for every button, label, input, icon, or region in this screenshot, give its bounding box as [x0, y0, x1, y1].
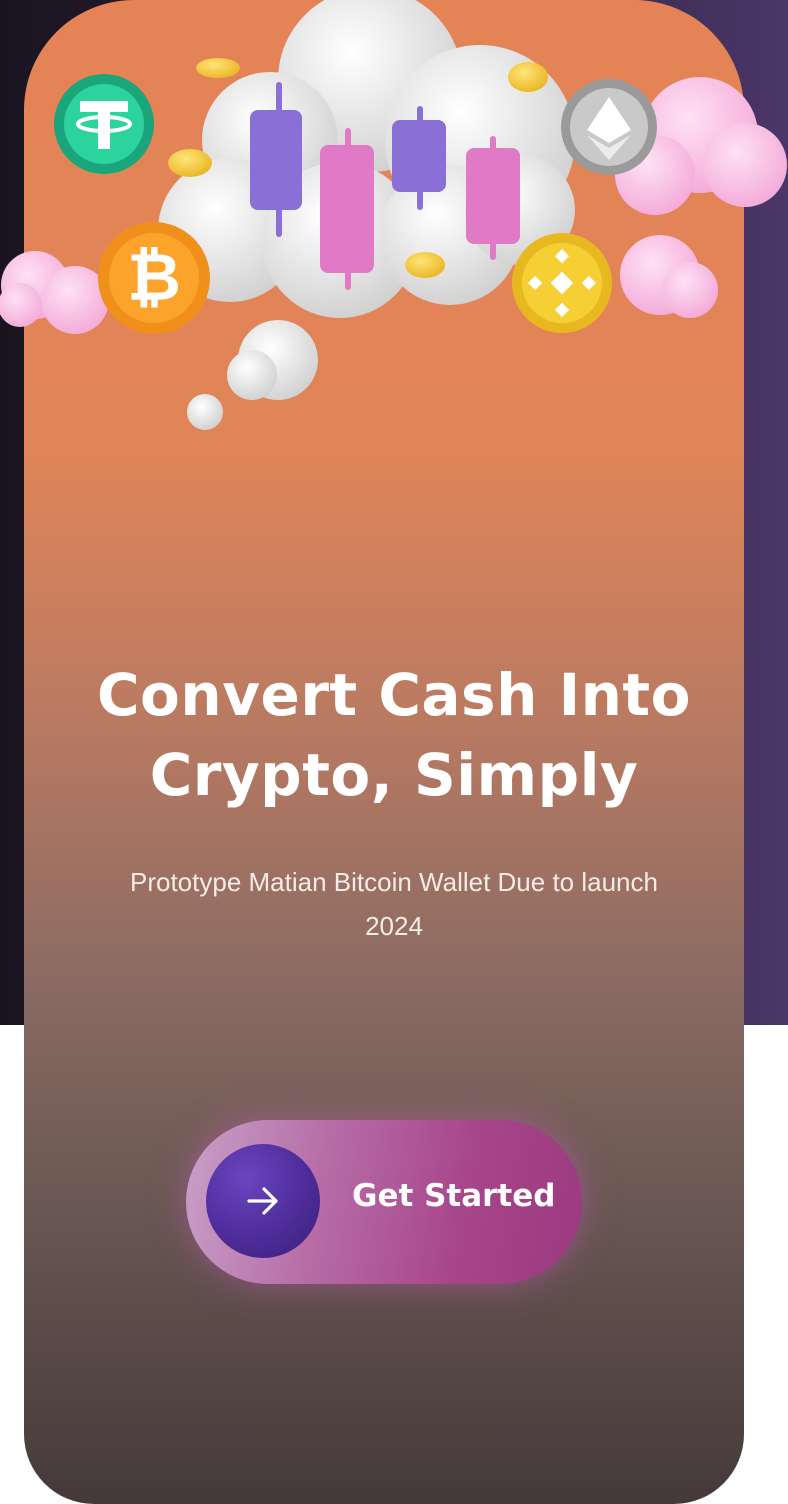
crypto-illustration: ₿	[0, 0, 787, 430]
binance-coin-icon	[512, 233, 612, 333]
headline-line: Convert Cash Into	[96, 661, 692, 729]
headline-line: Crypto, Simply	[149, 741, 639, 809]
tether-coin-icon	[54, 74, 154, 174]
hero-subtitle: Prototype Matian Bitcoin Wallet Due to l…	[130, 867, 658, 941]
ethereum-coin-icon	[561, 79, 657, 175]
get-started-button[interactable]: Get Started	[186, 1120, 582, 1284]
svg-text:₿: ₿	[127, 239, 181, 316]
cta-arrow-circle[interactable]	[206, 1144, 320, 1258]
hero-headline: Convert Cash Into Crypto, Simply	[24, 655, 764, 815]
arrow-right-icon	[247, 1187, 278, 1215]
bitcoin-coin-icon: ₿	[98, 222, 210, 334]
get-started-label: Get Started	[352, 1178, 556, 1214]
